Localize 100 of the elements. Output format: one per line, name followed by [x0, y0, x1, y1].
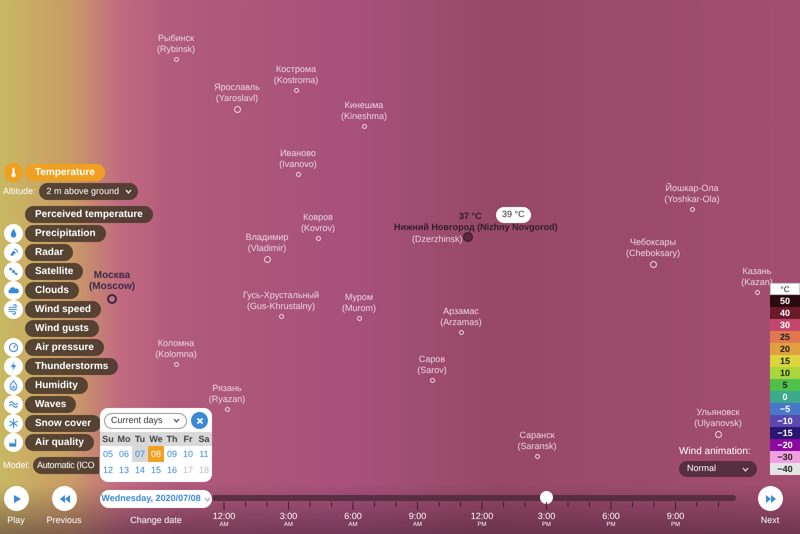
legend-step: 5: [770, 379, 800, 391]
layer-button[interactable]: Precipitation: [25, 225, 106, 242]
layer-button[interactable]: Satellite: [25, 263, 84, 280]
temperature-reading: 37 °C: [459, 210, 482, 223]
time-label: 12:00: [470, 512, 494, 521]
weekday-header: Th: [164, 432, 180, 446]
calendar-day: 18: [196, 462, 212, 478]
time-label: 3:00: [280, 512, 298, 521]
city-name: Чебоксары: [630, 237, 676, 248]
calendar-day[interactable]: 09: [164, 446, 180, 462]
layer-button[interactable]: Thunderstorms: [25, 358, 118, 375]
calendar-day[interactable]: 13: [116, 462, 132, 478]
city-name: (Ulyanovsk): [694, 418, 742, 429]
fast-forward-icon: [764, 494, 776, 504]
calendar-day[interactable]: 10: [180, 446, 196, 462]
city-name: Саров: [418, 354, 446, 365]
legend-step: 50: [770, 295, 800, 307]
legend-step: 15: [770, 355, 800, 367]
city-name: Ярославль: [214, 82, 260, 93]
layer-button[interactable]: Radar: [25, 244, 74, 261]
city-name: (Ivanovo): [279, 159, 317, 170]
layer-button[interactable]: Waves: [25, 396, 76, 413]
time-label: 6:00: [344, 512, 362, 521]
legend-step: 0: [770, 391, 800, 403]
legend-step: −5: [770, 403, 800, 415]
field-label: Altitude:: [3, 184, 36, 198]
altitude-dropdown[interactable]: 2 m above ground: [38, 183, 138, 200]
calendar-day[interactable]: 15: [148, 462, 164, 478]
city-name: Арзамас: [443, 306, 479, 317]
city-name: Ковров: [303, 212, 333, 223]
city-name: (Yoshkar-Ola): [664, 194, 720, 205]
city-name: (Dzerzhinsk): [412, 233, 463, 246]
layer-button[interactable]: Wind speed: [25, 301, 102, 318]
city-name: (Yaroslavl): [216, 93, 258, 104]
layer-button[interactable]: Snow cover: [25, 415, 102, 432]
calendar-day[interactable]: 14: [132, 462, 148, 478]
legend-step: 30: [770, 319, 800, 331]
field-label: Model:: [3, 458, 30, 472]
legend-step: 10: [770, 367, 800, 379]
caret-icon: [742, 466, 749, 472]
weekday-header: Fr: [180, 432, 196, 446]
city-name: Йошкар-Ола: [666, 183, 718, 194]
city-name: (Saransk): [517, 441, 556, 452]
legend-step: −40: [770, 463, 800, 475]
layer-button[interactable]: Air quality: [25, 434, 94, 451]
city-name: (Arzamas): [440, 317, 482, 328]
close-icon: [196, 416, 204, 424]
city-name: (Rybinsk): [156, 44, 195, 55]
field-label: Wind animation:: [679, 445, 752, 459]
weekday-header: Tu: [132, 432, 148, 446]
close-button[interactable]: [191, 412, 208, 429]
calendar-day[interactable]: 11: [196, 446, 212, 462]
time-label: 9:00: [666, 512, 684, 521]
layer-button[interactable]: Air pressure: [25, 339, 104, 356]
model-dropdown[interactable]: Automatic (ICO: [33, 457, 100, 474]
wind-animation-dropdown[interactable]: Normal: [679, 461, 757, 477]
time-label: 12:00: [212, 512, 236, 521]
calendar-day: 17: [180, 462, 196, 478]
weekday-header: Mo: [116, 432, 132, 446]
city-name: (Kazan): [741, 277, 773, 288]
temperature-map[interactable]: [0, 0, 800, 534]
time-label: 9:00: [408, 512, 426, 521]
temperature-bubble: 39 °C: [496, 207, 531, 222]
city-name: Гусь-Хрустальный: [242, 290, 320, 301]
caret-icon: [173, 418, 180, 423]
caret-icon: [204, 496, 211, 502]
layer-button[interactable]: Humidity: [25, 377, 88, 394]
legend-step: −10: [770, 415, 800, 427]
legend-step: 20: [770, 343, 800, 355]
city-name: (Ryazan): [208, 394, 246, 405]
city-name: (Kolomna): [155, 349, 197, 360]
city-name: Рыбинск: [158, 33, 194, 44]
control-label: Previous: [45, 514, 82, 527]
city-name: Владимир: [246, 232, 288, 243]
calendar-day[interactable]: 05: [100, 446, 116, 462]
layer-button[interactable]: Perceived temperature: [25, 206, 153, 223]
calendar-day[interactable]: 16: [164, 462, 180, 478]
layer-button[interactable]: Wind gusts: [25, 320, 99, 337]
city-name: (Kostroma): [274, 75, 318, 86]
calendar-day[interactable]: 12: [100, 462, 116, 478]
city-name: Казань: [742, 266, 772, 277]
time-label: 6:00: [602, 512, 620, 521]
city-name: Кинешма: [344, 100, 384, 111]
rewind-icon: [58, 494, 70, 504]
control-label: Play: [6, 514, 26, 527]
date-button[interactable]: Wednesday, 2020/07/08: [100, 490, 212, 508]
city-name: Муром: [344, 292, 374, 303]
city-name: (Kovrov): [300, 223, 335, 234]
legend-step: −30: [770, 451, 800, 463]
city-name: (Cheboksary): [626, 248, 680, 259]
legend-step: 40: [770, 307, 800, 319]
weekday-header: Su: [100, 432, 116, 446]
city-name: (Gus-Khrustalny): [246, 301, 316, 312]
range-dropdown[interactable]: Current days: [104, 412, 187, 428]
legend-step: −20: [770, 439, 800, 451]
calendar-day[interactable]: 06: [116, 446, 132, 462]
layer-button[interactable]: Clouds: [25, 282, 79, 299]
city-name: Нижний Новгород (Nizhny Novgorod): [394, 221, 558, 234]
city-name: Коломна: [158, 338, 194, 349]
legend-unit: °C: [770, 283, 800, 295]
